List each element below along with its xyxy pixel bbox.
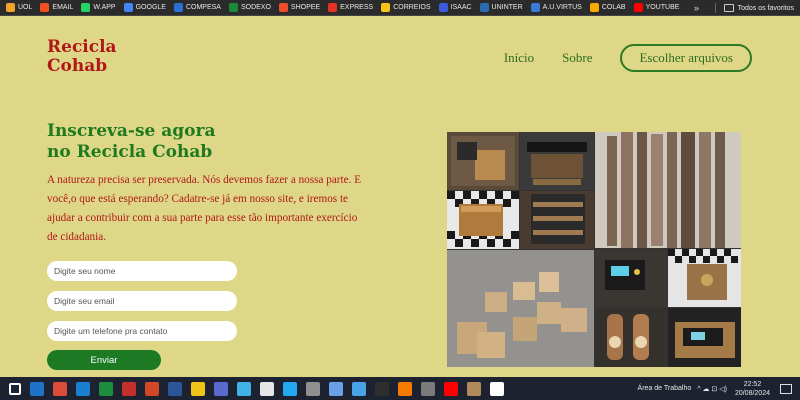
paint-icon[interactable] bbox=[352, 381, 366, 396]
tray-icons[interactable]: ^ ☁ ⊡ ◁) bbox=[697, 385, 727, 393]
bookmark-label: COMPESA bbox=[185, 4, 221, 11]
bookmark-label: UNINTER bbox=[491, 4, 523, 11]
desktop-label[interactable]: Área de Trabalho bbox=[638, 385, 692, 392]
phone-input[interactable] bbox=[47, 321, 237, 341]
outlook-icon[interactable] bbox=[30, 381, 44, 396]
folder-icon bbox=[723, 4, 734, 12]
submit-button[interactable]: Enviar bbox=[47, 350, 161, 370]
collage-image bbox=[447, 132, 741, 367]
bookmark-item[interactable]: EXPRESS bbox=[328, 3, 373, 12]
correios-icon bbox=[381, 3, 391, 12]
bookmark-label: GOOGLE bbox=[135, 4, 166, 11]
bookmark-item[interactable]: GOOGLE bbox=[123, 3, 166, 12]
excel-icon[interactable] bbox=[99, 381, 113, 396]
microsoft-icon bbox=[40, 3, 50, 12]
bookmark-label: ISAAC bbox=[450, 4, 472, 11]
bookmark-label: YOUTUBE bbox=[645, 4, 680, 11]
youtube-icon[interactable] bbox=[444, 381, 458, 396]
logo-line-1: Recicla bbox=[47, 37, 117, 57]
bookmark-item[interactable]: COMPESA bbox=[173, 3, 221, 12]
main-nav: Início Sobre Escolher arquivos bbox=[504, 44, 752, 72]
bookmarks-folder-label: Todos os favoritos bbox=[737, 4, 794, 12]
edge-icon[interactable] bbox=[76, 381, 90, 396]
bookmark-label: UOL bbox=[18, 4, 33, 11]
clock-date: 20/08/2024 bbox=[734, 389, 770, 397]
app-icon[interactable] bbox=[306, 381, 320, 396]
bookmark-label: COLAB bbox=[601, 4, 626, 11]
recycled-crafts-photo-collage bbox=[447, 132, 741, 367]
word-icon[interactable] bbox=[168, 381, 182, 396]
compesa-icon bbox=[173, 3, 183, 12]
bookmark-item[interactable]: W.APP bbox=[81, 3, 116, 12]
hero-title-line-1: Inscreva-se agora bbox=[47, 121, 216, 141]
terminal-icon[interactable] bbox=[375, 381, 389, 396]
bookmark-item[interactable]: CORREIOS bbox=[381, 3, 431, 12]
bookmark-item[interactable]: UOL bbox=[6, 3, 32, 12]
overflow-chevron-icon: » bbox=[694, 3, 700, 13]
file-explorer-icon[interactable] bbox=[191, 381, 205, 396]
bookmark-item[interactable]: YOUTUBE bbox=[633, 3, 680, 12]
hero-text: A natureza precisa ser preservada. Nós d… bbox=[47, 174, 362, 243]
bookmark-item[interactable]: A.U.VIRTUS bbox=[530, 3, 582, 12]
youtube-icon bbox=[633, 3, 643, 12]
virtus-icon bbox=[530, 3, 540, 12]
bookmark-item[interactable]: EMAIL bbox=[40, 3, 73, 12]
divider bbox=[714, 3, 716, 13]
chrome-icon[interactable] bbox=[53, 381, 67, 396]
uninter-icon bbox=[479, 3, 489, 12]
app-icon[interactable] bbox=[421, 381, 435, 396]
windows-taskbar: Área de Trabalho ^ ☁ ⊡ ◁) 22:52 20/08/20… bbox=[0, 377, 800, 400]
nav-link-about[interactable]: Sobre bbox=[562, 50, 592, 66]
bookmark-item[interactable]: SODEXO bbox=[228, 3, 271, 12]
isaac-icon bbox=[438, 3, 448, 12]
windows-start-icon[interactable] bbox=[9, 382, 21, 395]
shopee-icon bbox=[278, 3, 288, 12]
sodexo-icon bbox=[228, 3, 238, 12]
site-logo[interactable]: Recicla Cohab bbox=[47, 38, 127, 76]
uol-icon bbox=[6, 3, 15, 12]
clock-time: 22:52 bbox=[743, 380, 762, 388]
bookmark-item[interactable]: SHOPEE bbox=[278, 3, 321, 12]
email-input[interactable] bbox=[47, 291, 237, 311]
notepad-icon[interactable] bbox=[260, 381, 274, 396]
xampp-icon[interactable] bbox=[398, 381, 412, 396]
hero-title-line-2: no Recicla Cohab bbox=[47, 142, 213, 162]
bookmark-label: CORREIOS bbox=[393, 4, 431, 11]
name-input[interactable] bbox=[47, 261, 237, 281]
game-icon[interactable] bbox=[467, 381, 481, 396]
flower-icon[interactable] bbox=[490, 381, 504, 396]
whatsapp-icon bbox=[81, 3, 91, 12]
nav-link-home[interactable]: Início bbox=[504, 50, 534, 66]
bookmark-label: W.APP bbox=[93, 4, 116, 11]
bookmarks-bar: UOL EMAIL W.APP GOOGLE COMPESA SODEXO SHOPEE EX… bbox=[0, 0, 800, 16]
logo-line-2: Cohab bbox=[47, 56, 108, 76]
clipchamp-icon[interactable] bbox=[237, 381, 251, 396]
choose-files-button[interactable]: Escolher arquivos bbox=[620, 44, 752, 72]
system-tray: Área de Trabalho ^ ☁ ⊡ ◁) 22:52 20/08/20… bbox=[638, 377, 800, 400]
vscode-icon[interactable] bbox=[283, 381, 297, 396]
bookmark-label: EXPRESS bbox=[340, 4, 374, 11]
bookmark-item[interactable]: UNINTER bbox=[479, 3, 523, 12]
bookmark-label: SODEXO bbox=[240, 4, 271, 11]
colab-icon bbox=[589, 3, 599, 12]
bookmark-item[interactable]: COLAB bbox=[589, 3, 626, 12]
google-icon bbox=[123, 3, 133, 12]
photo-icon[interactable] bbox=[122, 381, 136, 396]
bookmark-label: SHOPEE bbox=[290, 4, 321, 11]
bookmark-label: EMAIL bbox=[52, 4, 74, 11]
bookmarks-overflow-button[interactable]: » bbox=[694, 0, 699, 16]
bookmark-label: A.U.VIRTUS bbox=[542, 4, 582, 11]
page-content: Recicla Cohab Início Sobre Escolher arqu… bbox=[0, 16, 800, 377]
bookmarks-folder[interactable]: Todos os favoritos bbox=[705, 0, 794, 16]
clock[interactable]: 22:52 20/08/2024 bbox=[735, 380, 770, 398]
bookmark-item[interactable]: ISAAC bbox=[438, 3, 472, 12]
hero-title: Inscreva-se agora no Recicla Cohab bbox=[47, 121, 287, 163]
aliexpress-icon bbox=[328, 3, 338, 12]
box-icon[interactable] bbox=[329, 381, 343, 396]
app-icon[interactable] bbox=[214, 381, 228, 396]
notification-icon[interactable] bbox=[780, 383, 792, 394]
powerpoint-icon[interactable] bbox=[145, 381, 159, 396]
